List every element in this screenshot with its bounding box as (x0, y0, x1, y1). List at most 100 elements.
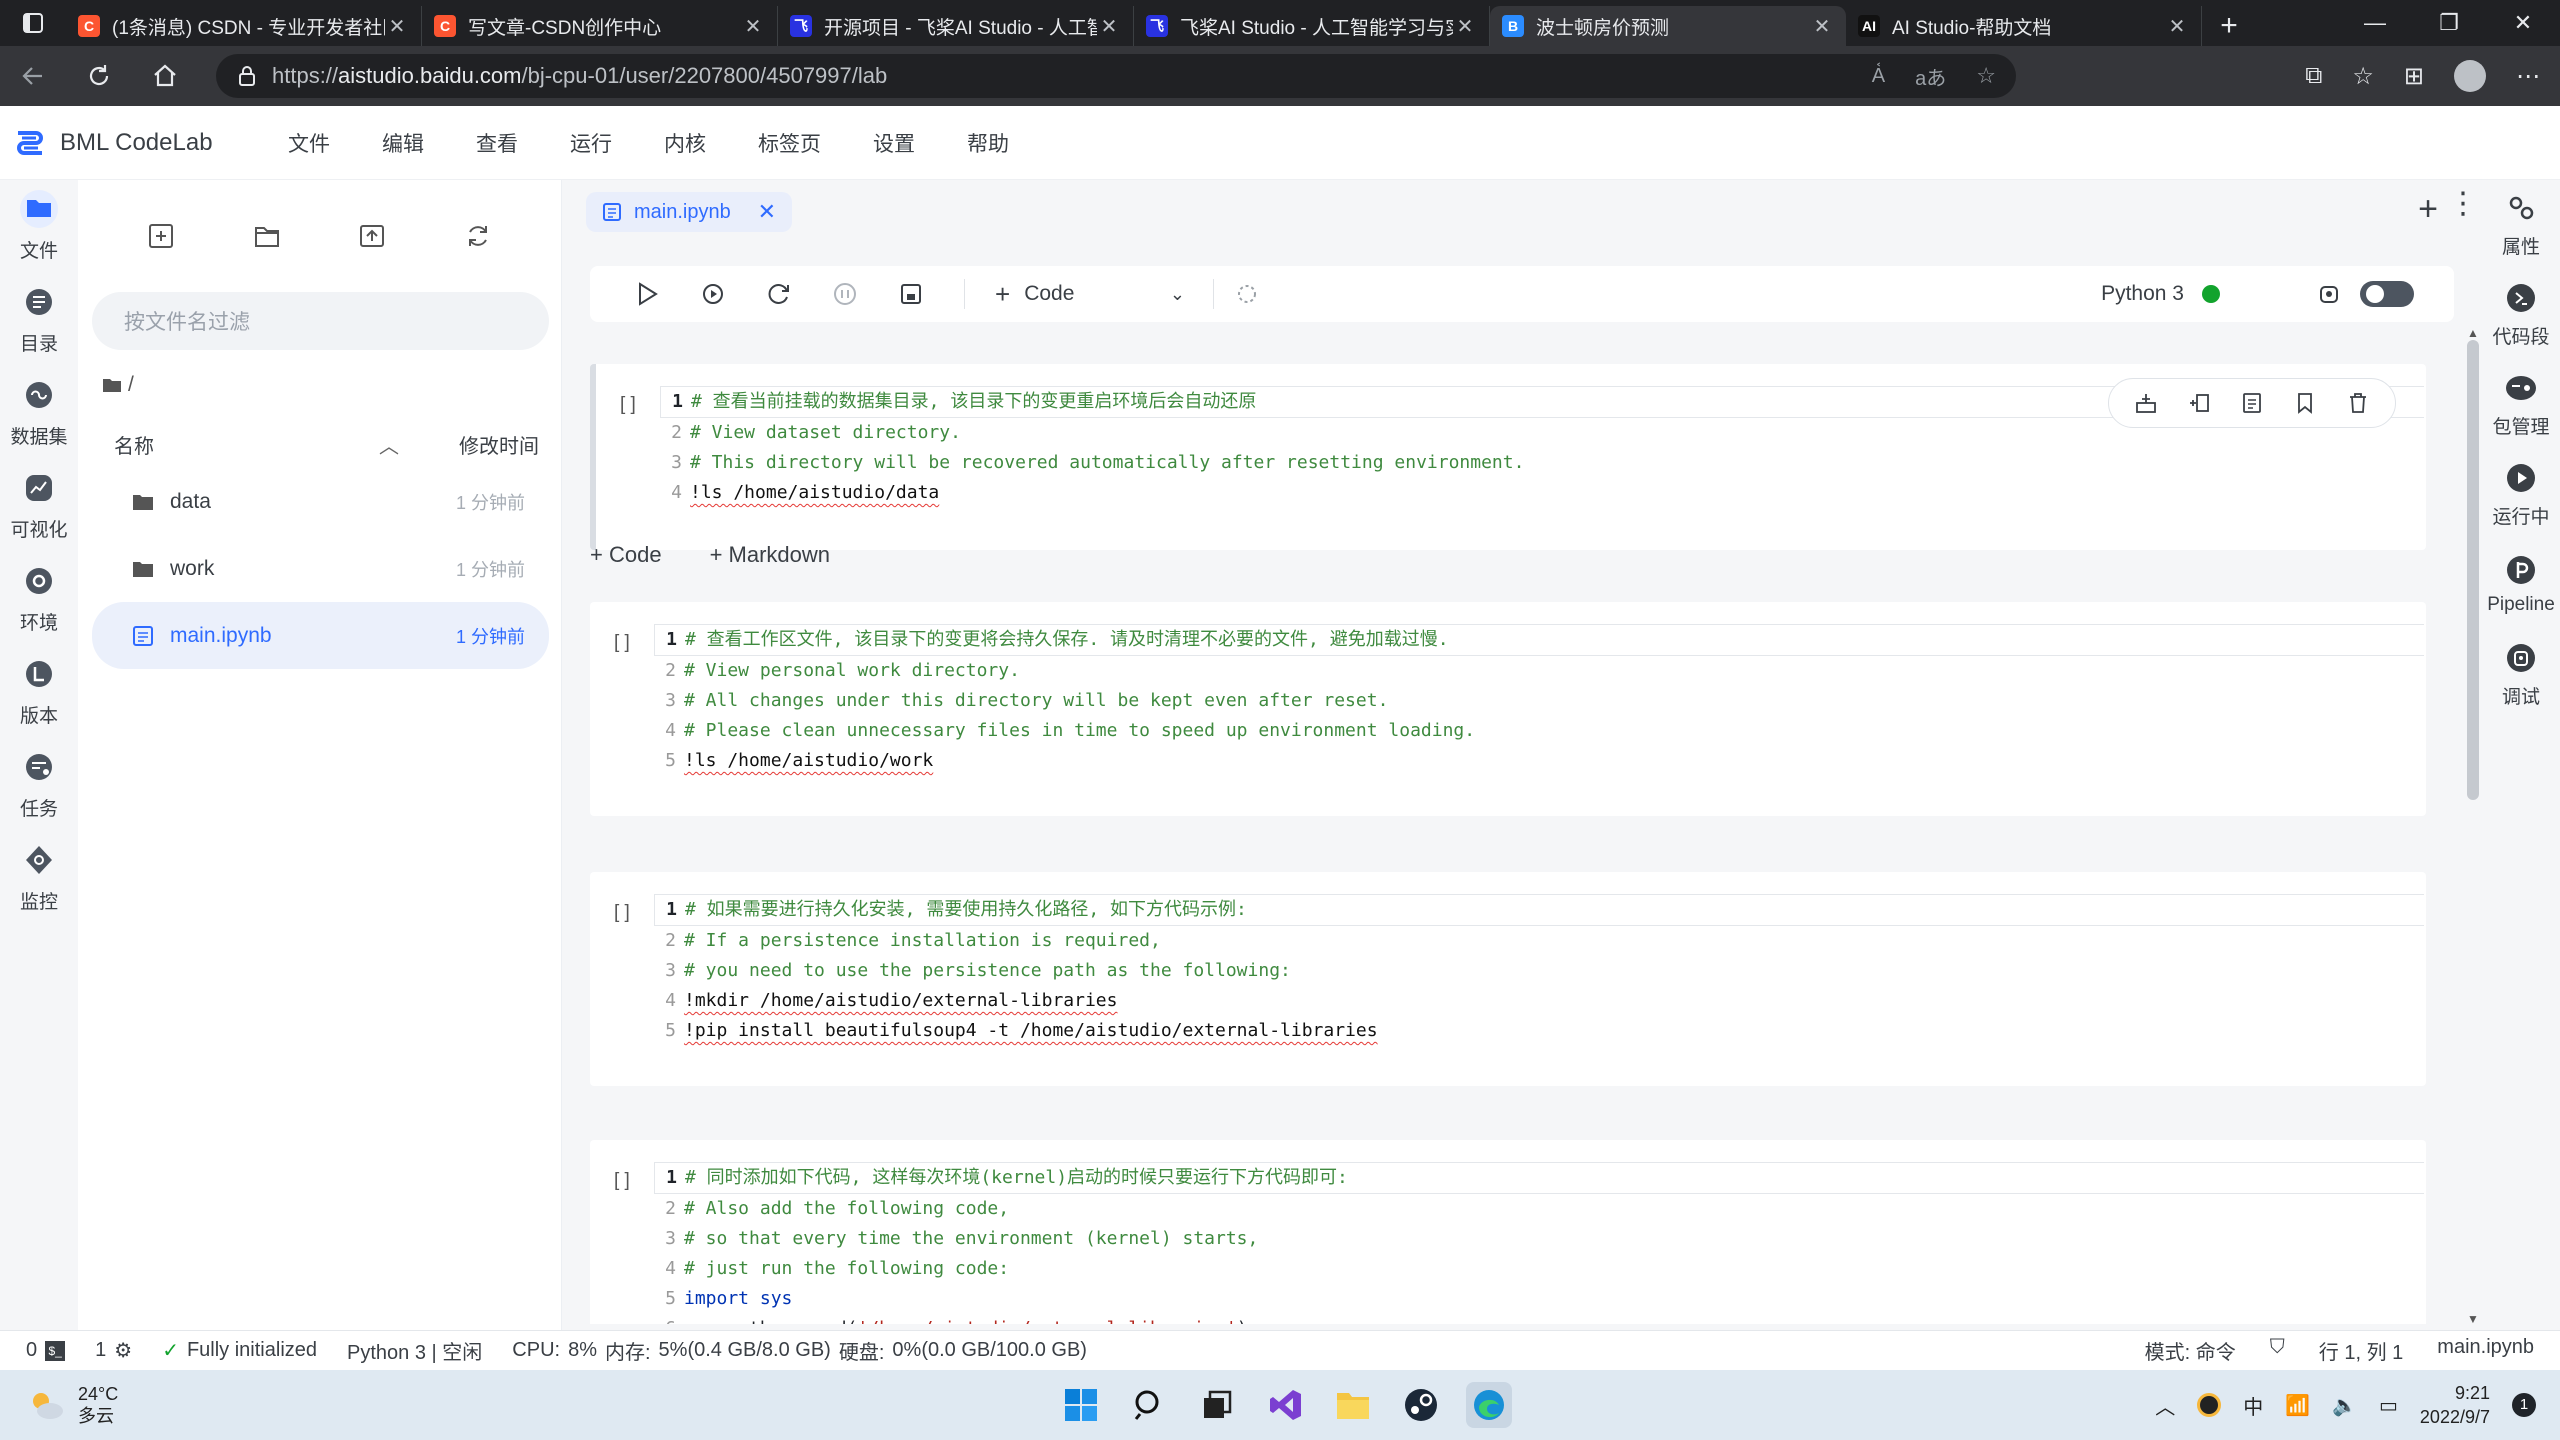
code-cell[interactable]: [ ] 1 # 查看工作区文件, 该目录下的变更将会持久保存. 请及时清理不必要的… (590, 602, 2426, 816)
steam-app[interactable] (1398, 1382, 1444, 1428)
right-rail-item-debug[interactable]: 调试 (2482, 630, 2560, 720)
close-tab-icon[interactable]: ✕ (385, 14, 409, 39)
rail-item-task[interactable]: 任务 (0, 738, 78, 831)
right-rail-item-gears[interactable]: 属性 (2482, 180, 2560, 270)
volume-icon[interactable]: 🔈 (2332, 1393, 2357, 1418)
file-filter-input[interactable]: 按文件名过滤 (92, 292, 549, 350)
scroll-up-icon[interactable]: ▲ (2467, 326, 2479, 340)
close-tab-icon[interactable]: ✕ (1097, 14, 1121, 39)
kernel-state[interactable]: Python 3 | 空闲 (347, 1336, 482, 1365)
restore-button[interactable]: ❐ (2412, 10, 2486, 36)
new-folder-button[interactable] (253, 222, 281, 250)
kernels-status[interactable]: 1 ⚙ (95, 1338, 132, 1363)
cell-code[interactable]: 1 # 查看工作区文件, 该目录下的变更将会持久保存. 请及时清理不必要的文件, … (654, 624, 2424, 776)
tab-actions-button[interactable] (0, 0, 66, 46)
browser-tab[interactable]: 飞飞桨AI Studio - 人工智能学习与实训社区✕ (1134, 6, 1490, 46)
right-rail-item-snippet[interactable]: 代码段 (2482, 270, 2560, 360)
terminals-status[interactable]: 0 $_ (26, 1339, 66, 1362)
cell-type-select[interactable]: + Code ⌄ (995, 279, 1185, 310)
read-aloud-icon[interactable]: A᷾ (1872, 65, 1885, 88)
address-bar[interactable]: https://aistudio.baidu.com/bj-cpu-01/use… (216, 54, 2016, 98)
breadcrumb[interactable]: / (78, 350, 561, 420)
clean-output-icon[interactable] (2134, 391, 2158, 415)
notebook-scrollbar[interactable]: ▲ ▼ (2464, 326, 2482, 1326)
menu-item[interactable]: 运行 (544, 128, 638, 158)
menu-item[interactable]: 设置 (847, 128, 941, 158)
scroll-down-icon[interactable]: ▼ (2467, 1312, 2479, 1326)
file-row[interactable]: work 1 分钟前 (92, 535, 549, 602)
rail-item-dataset[interactable]: 数据集 (0, 366, 78, 459)
run-all-button[interactable] (680, 266, 746, 322)
browser-tab[interactable]: C (1条消息) CSDN - 专业开发者社区 ✕ (66, 6, 422, 46)
favorites-icon[interactable]: ☆ (2352, 62, 2374, 91)
bookmark-icon[interactable] (2293, 391, 2317, 415)
kernel-indicator[interactable]: Python 3 (2101, 281, 2414, 307)
menu-item[interactable]: 标签页 (732, 128, 847, 158)
close-tab-icon[interactable]: ✕ (1810, 14, 1834, 39)
browser-tab[interactable]: B 波士顿房价预测 ✕ (1490, 6, 1846, 46)
file-row[interactable]: main.ipynb 1 分钟前 (92, 602, 549, 669)
qq-icon[interactable] (2197, 1393, 2222, 1417)
rail-item-chart[interactable]: 可视化 (0, 459, 78, 552)
new-launcher-button[interactable]: + (2418, 190, 2438, 229)
rail-item-environment[interactable]: 环境 (0, 552, 78, 645)
right-rail-item-package[interactable]: 包管理 (2482, 360, 2560, 450)
column-modified[interactable]: 修改时间 (449, 430, 539, 459)
column-name[interactable]: 名称 (114, 430, 379, 459)
right-rail-item-running[interactable]: 运行中 (2482, 450, 2560, 540)
back-button[interactable] (0, 46, 66, 106)
menu-item[interactable]: 帮助 (941, 128, 1035, 158)
refresh-files-button[interactable] (464, 222, 492, 250)
favorite-star-icon[interactable]: ☆ (1976, 63, 1996, 89)
scrollbar-thumb[interactable] (2467, 340, 2479, 800)
debug-toggle[interactable] (2360, 281, 2414, 307)
profile-avatar[interactable] (2454, 60, 2486, 92)
menu-item[interactable]: 编辑 (356, 128, 450, 158)
run-cell-button[interactable] (614, 266, 680, 322)
delete-cell-icon[interactable] (2346, 391, 2370, 415)
browser-tab[interactable]: AI AI Studio-帮助文档 ✕ (1846, 6, 2202, 46)
collections-icon[interactable]: ⊞ (2404, 62, 2424, 91)
notification-badge[interactable]: 1 (2512, 1393, 2536, 1417)
translate-icon[interactable]: aあ (1915, 62, 1946, 91)
browser-tab[interactable]: C 写文章-CSDN创作中心 ✕ (422, 6, 778, 46)
edge-app[interactable] (1466, 1382, 1512, 1428)
interrupt-kernel-button[interactable] (812, 266, 878, 322)
wifi-icon[interactable]: 📶 (2285, 1393, 2310, 1418)
clock[interactable]: 9:21 2022/9/7 (2420, 1381, 2490, 1429)
rail-item-version[interactable]: 版本 (0, 645, 78, 738)
cursor-position[interactable]: 行 1, 列 1 (2319, 1336, 2403, 1365)
right-rail-item-pipeline[interactable]: Pipeline (2482, 540, 2560, 630)
visual-studio-app[interactable] (1262, 1382, 1308, 1428)
browser-menu-icon[interactable]: ⋯ (2516, 62, 2540, 91)
sort-caret-icon[interactable]: ︿ (379, 430, 449, 459)
app-logo[interactable]: BML CodeLab (12, 125, 262, 161)
close-tab-icon[interactable]: ✕ (741, 14, 765, 39)
close-tab-icon[interactable]: ✕ (1453, 14, 1477, 39)
upload-button[interactable] (358, 222, 386, 250)
code-cell[interactable]: [ ] 1 # 同时添加如下代码, 这样每次环境(kernel)启动的时候只要运行… (590, 1140, 2426, 1324)
file-explorer-app[interactable] (1330, 1382, 1376, 1428)
minimize-button[interactable]: — (2338, 10, 2412, 36)
debugger-icon[interactable] (2316, 281, 2342, 307)
rail-item-folder[interactable]: 文件 (0, 180, 78, 273)
search-button[interactable] (1126, 1382, 1172, 1428)
start-button[interactable] (1058, 1382, 1104, 1428)
new-file-button[interactable] (147, 222, 175, 250)
extensions-icon[interactable]: ⧉ (2305, 62, 2322, 90)
add-code-cell-button[interactable]: + Code (590, 542, 662, 568)
save-button[interactable] (878, 266, 944, 322)
code-cell[interactable]: [ ] 1 # 查看当前挂载的数据集目录, 该目录下的变更重启环境后会自动还原 2 #… (590, 364, 2426, 550)
ime-indicator[interactable]: 中 (2243, 1391, 2263, 1420)
cell-code[interactable]: 1 # 同时添加如下代码, 这样每次环境(kernel)启动的时候只要运行下方代码… (654, 1162, 2424, 1324)
show-hidden-icons[interactable]: ︿ (2155, 1391, 2175, 1420)
file-row[interactable]: data 1 分钟前 (92, 468, 549, 535)
close-tab-icon[interactable]: ✕ (2165, 14, 2189, 39)
restart-kernel-button[interactable] (746, 266, 812, 322)
shield-icon[interactable]: ⛉ (2270, 1336, 2285, 1365)
code-cell[interactable]: [ ] 1 # 如果需要进行持久化安装, 需要使用持久化路径, 如下方代码示例: 2… (590, 872, 2426, 1086)
battery-icon[interactable]: ▭ (2379, 1393, 2398, 1418)
menu-item[interactable]: 文件 (262, 128, 356, 158)
reload-button[interactable] (66, 46, 132, 106)
notebook-tab[interactable]: main.ipynb ✕ (586, 192, 792, 232)
